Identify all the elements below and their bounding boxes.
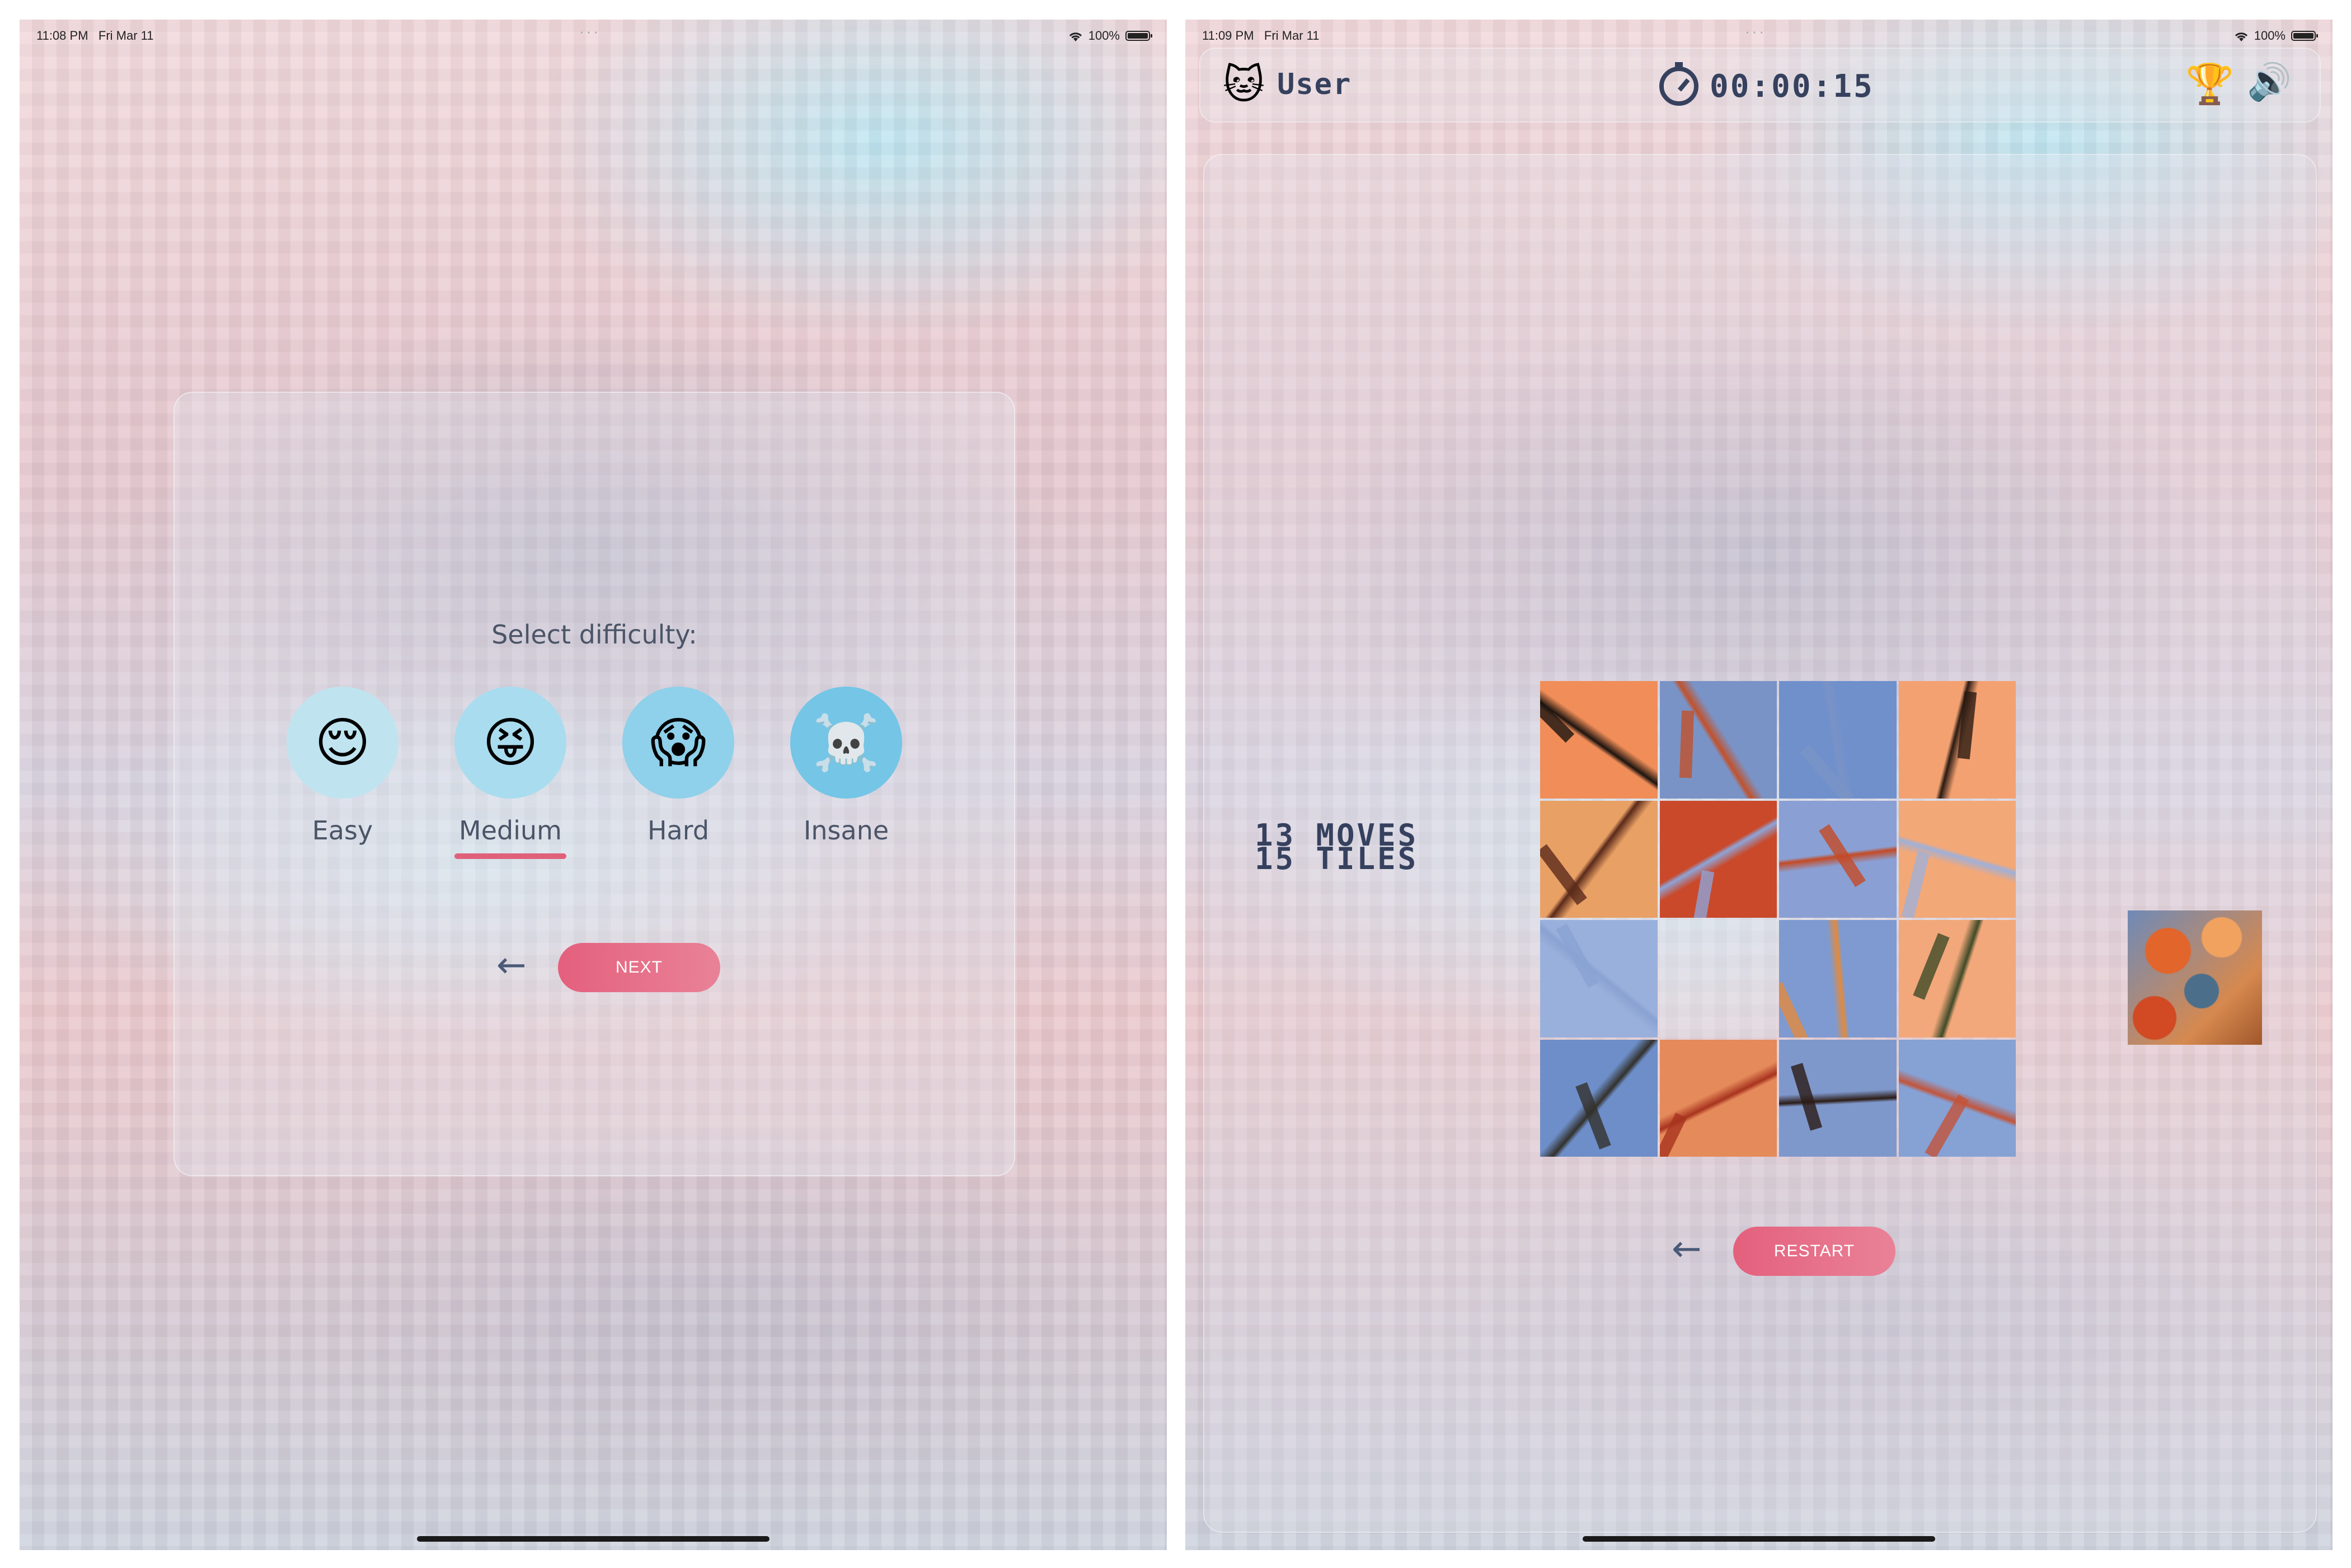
relieved-face-icon: 😌 — [287, 687, 398, 799]
difficulty-insane[interactable]: ☠️ Insane — [790, 687, 902, 846]
timer-value: 00:00:15 — [1710, 68, 1874, 105]
status-right: 100% — [1068, 29, 1152, 43]
puzzle-grid — [1540, 681, 2016, 1157]
battery-percent: 100% — [2254, 29, 2286, 43]
game-card: 13 MOVES 15 TILES ← RESTART — [1203, 154, 2317, 1533]
branch-detail — [1679, 710, 1694, 778]
restart-button[interactable]: RESTART — [1733, 1227, 1895, 1276]
back-arrow-icon[interactable]: ← — [1672, 1231, 1702, 1267]
user-name: User — [1277, 68, 1352, 101]
status-right: 100% — [2234, 29, 2318, 43]
puzzle-tile[interactable] — [1898, 1039, 2016, 1157]
home-indicator[interactable] — [1583, 1536, 1935, 1542]
selected-underline — [454, 853, 566, 859]
game-stats: 13 MOVES 15 TILES — [1255, 820, 1419, 876]
puzzle-tile[interactable] — [1898, 920, 2016, 1037]
navigation-row: ← RESTART — [1672, 1227, 1907, 1277]
branch-detail — [1575, 1082, 1611, 1149]
puzzle-tile[interactable] — [1540, 800, 1658, 918]
difficulty-medium[interactable]: 😝 Medium — [454, 687, 566, 859]
puzzle-tile[interactable] — [1659, 1039, 1777, 1157]
skull-crossbones-icon: ☠️ — [790, 687, 902, 799]
puzzle-tile[interactable] — [1540, 1039, 1658, 1157]
reference-image — [2128, 910, 2262, 1045]
branch-detail — [1540, 686, 1575, 743]
puzzle-tile[interactable] — [1779, 1039, 1897, 1157]
battery-icon — [2291, 31, 2318, 41]
speaker-icon[interactable]: 🔊 — [2247, 64, 2292, 100]
puzzle-tile[interactable] — [1659, 800, 1777, 918]
branch-detail — [1779, 982, 1811, 1037]
puzzle-tile[interactable] — [1898, 681, 2016, 799]
trophy-icon[interactable]: 🏆 — [2185, 64, 2234, 104]
branch-detail — [1556, 923, 1599, 988]
puzzle-tile[interactable] — [1898, 800, 2016, 918]
puzzle-tile[interactable] — [1659, 681, 1777, 799]
multitask-dots[interactable]: ··· — [579, 23, 600, 40]
puzzle-tile[interactable] — [1540, 681, 1658, 799]
status-bar: 11:08 PM Fri Mar 11 ··· 100% — [20, 23, 1167, 48]
difficulty-screen: 11:08 PM Fri Mar 11 ··· 100% Select diff… — [20, 20, 1167, 1550]
battery-percent: 100% — [1088, 29, 1120, 43]
home-indicator[interactable] — [417, 1536, 769, 1542]
puzzle-tile[interactable] — [1779, 800, 1897, 918]
next-button[interactable]: NEXT — [558, 943, 720, 992]
wifi-icon — [2234, 31, 2249, 41]
puzzle-tile[interactable] — [1540, 920, 1658, 1037]
branch-detail — [1659, 1112, 1687, 1157]
branch-detail — [1790, 1062, 1823, 1131]
status-bar: 11:09 PM Fri Mar 11 ··· 100% — [1185, 23, 2333, 48]
multitask-dots[interactable]: ··· — [1745, 23, 1766, 40]
puzzle-tile[interactable] — [1779, 920, 1897, 1037]
branch-detail — [1819, 824, 1866, 887]
branch-detail — [1924, 1094, 1969, 1157]
game-timer: 00:00:15 — [1659, 62, 1874, 106]
tongue-face-icon: 😝 — [454, 687, 566, 799]
status-time-date: 11:09 PM Fri Mar 11 — [1202, 29, 1320, 43]
difficulty-label: Hard — [647, 815, 710, 846]
cat-avatar-icon: 🐱 — [1223, 61, 1265, 108]
stopwatch-icon — [1659, 62, 1698, 106]
difficulty-label: Medium — [459, 815, 562, 846]
battery-icon — [1125, 31, 1152, 41]
difficulty-card: Select difficulty: 😌 Easy 😝 Medium 😱 Har… — [173, 392, 1015, 1176]
game-header: 🐱 User 00:00:15 🏆 🔊 — [1199, 48, 2321, 123]
select-difficulty-title: Select difficulty: — [491, 619, 697, 650]
tiles-counter: 15 TILES — [1255, 841, 1419, 876]
branch-detail — [1901, 851, 1930, 918]
difficulty-options: 😌 Easy 😝 Medium 😱 Hard ☠️ Insane — [287, 687, 902, 877]
branch-detail — [1912, 933, 1950, 1000]
puzzle-empty-slot[interactable] — [1659, 920, 1777, 1037]
branch-detail — [1957, 691, 1977, 759]
difficulty-label: Insane — [803, 815, 889, 846]
navigation-row: ← NEXT — [496, 943, 731, 993]
status-time-date: 11:08 PM Fri Mar 11 — [36, 29, 154, 43]
branch-detail — [1540, 843, 1587, 905]
difficulty-hard[interactable]: 😱 Hard — [622, 687, 734, 846]
wifi-icon — [1068, 31, 1083, 41]
branch-detail — [1800, 744, 1853, 799]
puzzle-tile[interactable] — [1779, 681, 1897, 799]
user-profile[interactable]: 🐱 User — [1223, 64, 1352, 105]
scream-face-icon: 😱 — [622, 687, 734, 799]
difficulty-easy[interactable]: 😌 Easy — [287, 687, 398, 846]
branch-detail — [1690, 870, 1714, 918]
puzzle-screen: 11:09 PM Fri Mar 11 ··· 100% 🐱 User 00:0… — [1185, 20, 2333, 1550]
difficulty-label: Easy — [312, 815, 373, 846]
back-arrow-icon[interactable]: ← — [496, 947, 527, 983]
